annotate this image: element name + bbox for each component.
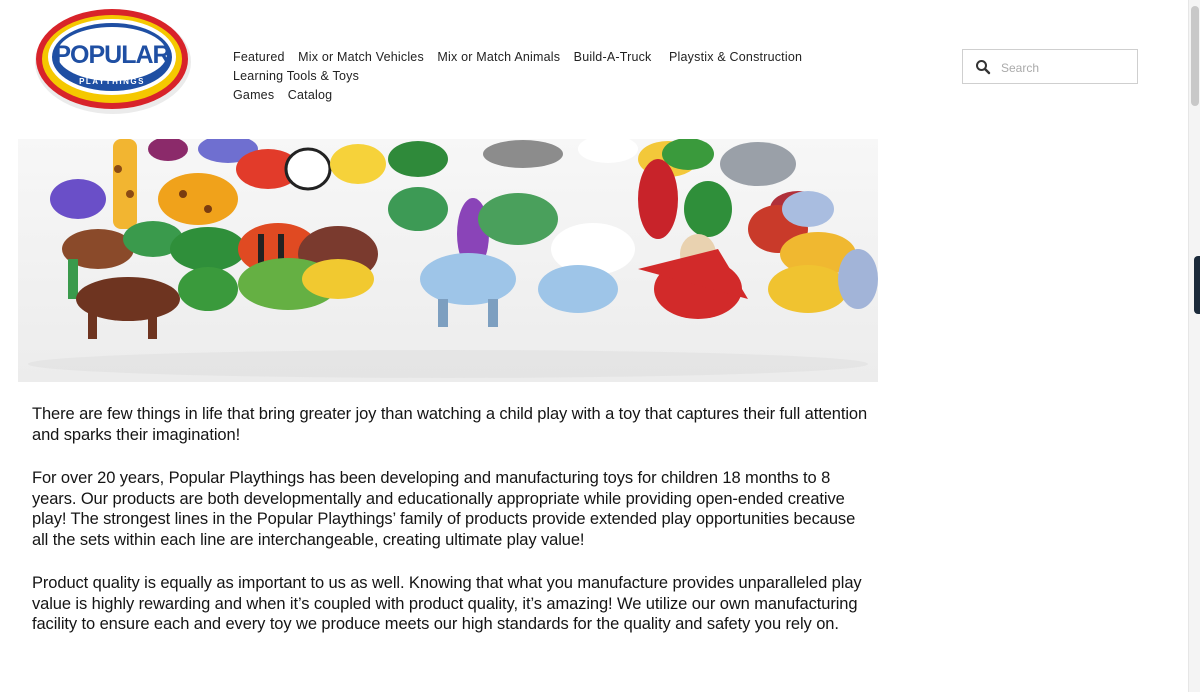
main-nav: Featured Mix or Match Vehicles Mix or Ma… <box>233 48 913 105</box>
nav-item-mix-match-animals[interactable]: Mix or Match Animals <box>437 50 560 64</box>
page-scrollbar[interactable] <box>1188 0 1200 692</box>
nav-item-playstix-construction[interactable]: Playstix & Construction <box>669 50 802 64</box>
nav-item-featured[interactable]: Featured <box>233 50 285 64</box>
paragraph-intro: There are few things in life that bring … <box>32 405 868 444</box>
nav-item-games[interactable]: Games <box>233 88 274 102</box>
nav-row-2: Games Catalog <box>233 86 913 105</box>
nav-item-catalog[interactable]: Catalog <box>288 88 333 102</box>
paragraph-quality: Product quality is equally as important … <box>32 574 862 633</box>
about-content: There are few things in life that bring … <box>32 404 872 658</box>
logo-sub-text: PLAYTHINGS <box>79 77 145 86</box>
search-icon[interactable] <box>975 59 991 75</box>
paragraph-history: For over 20 years, Popular Playthings ha… <box>32 469 856 549</box>
logo-main-text: POPULAR <box>54 41 170 69</box>
search-input[interactable] <box>999 58 1133 78</box>
nav-item-learning-tools[interactable]: Learning Tools & Toys <box>233 69 359 83</box>
nav-row-1: Featured Mix or Match Vehicles Mix or Ma… <box>233 48 913 86</box>
side-tab[interactable] <box>1194 256 1200 314</box>
search-box[interactable] <box>962 49 1138 84</box>
scrollbar-thumb[interactable] <box>1191 6 1199 106</box>
nav-item-mix-match-vehicles[interactable]: Mix or Match Vehicles <box>298 50 424 64</box>
hero-image <box>18 139 878 382</box>
nav-item-build-a-truck[interactable]: Build-A-Truck <box>574 50 652 64</box>
brand-logo[interactable]: POPULAR PLAYTHINGS <box>34 6 192 116</box>
